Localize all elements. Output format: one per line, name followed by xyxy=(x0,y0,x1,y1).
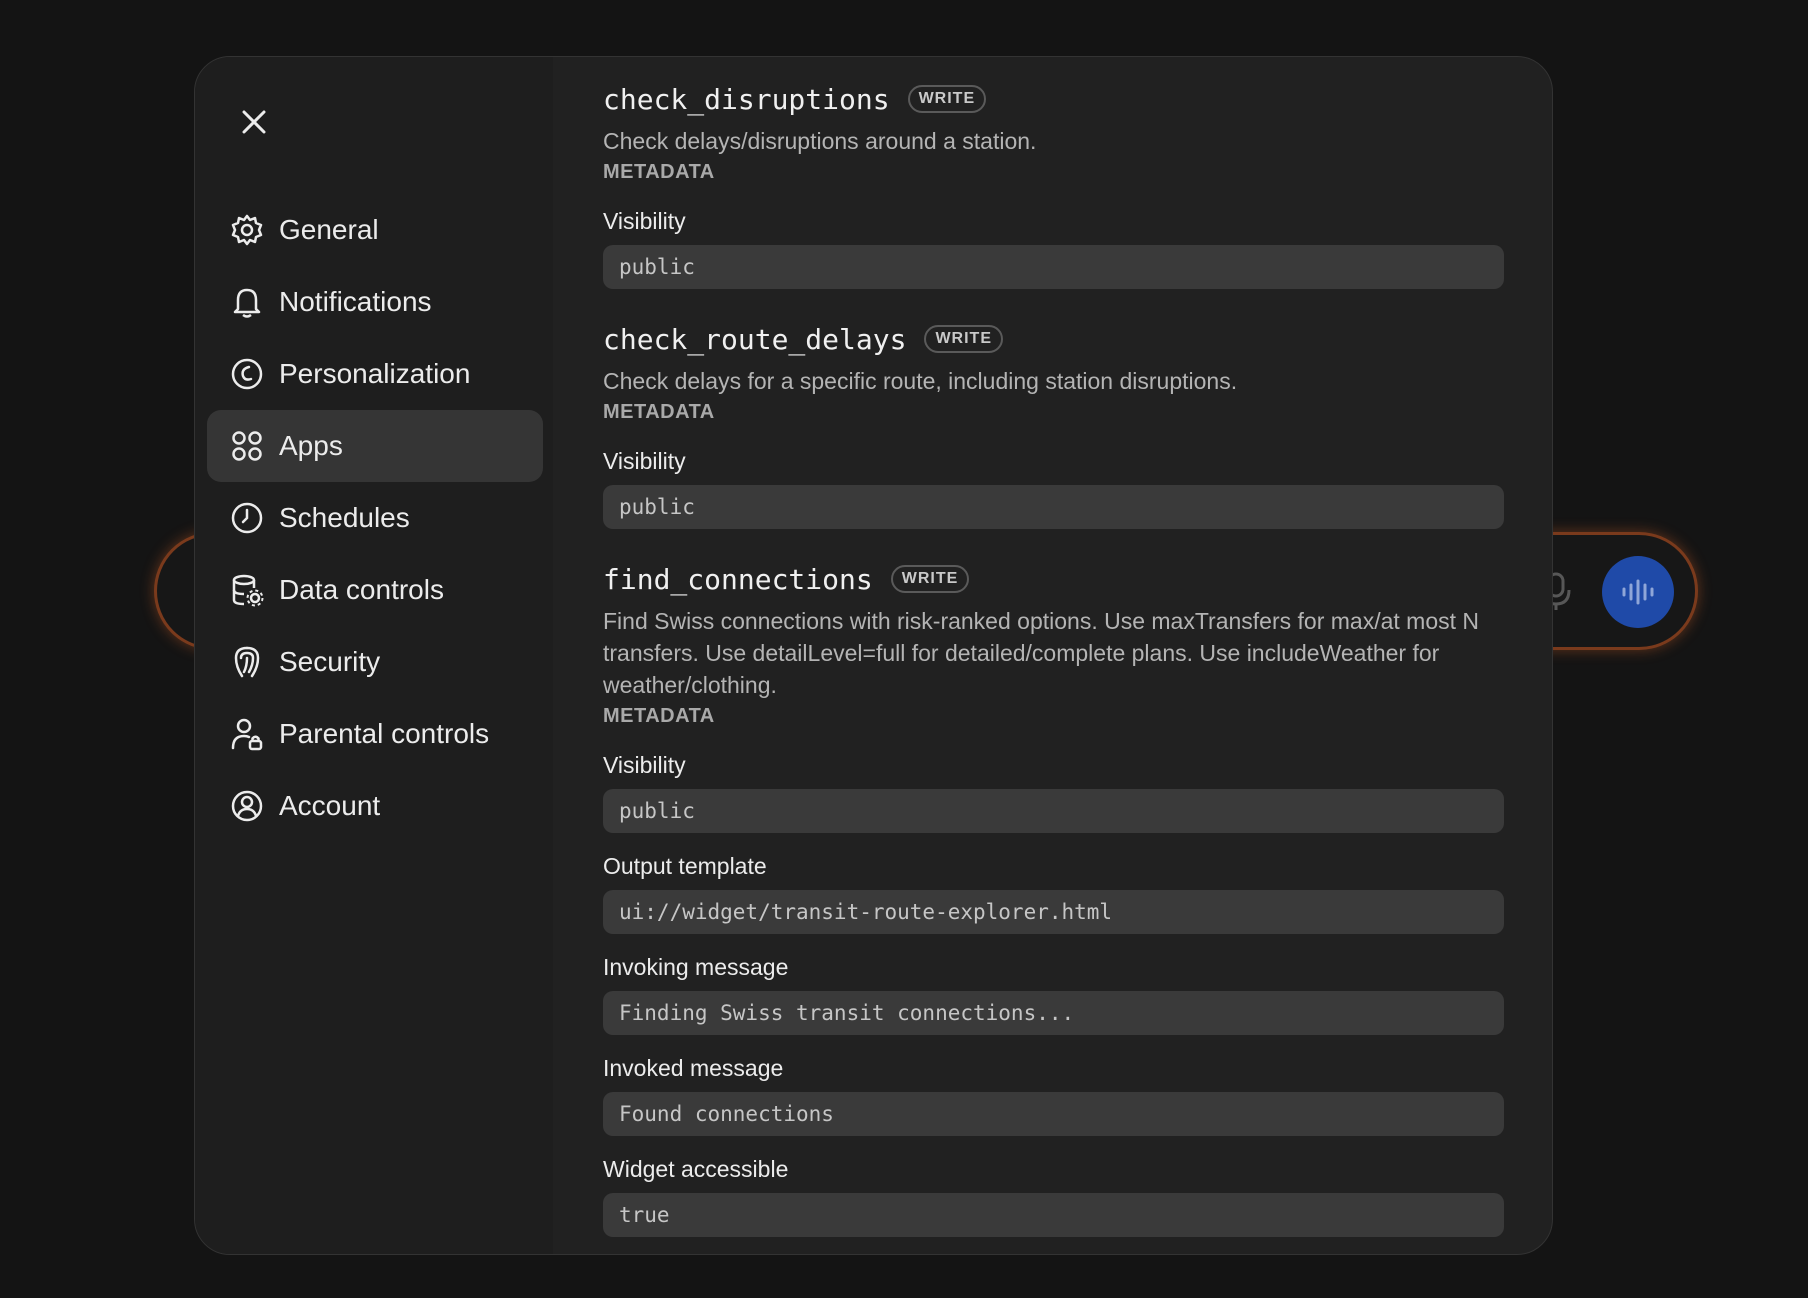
output-template-value: ui://widget/transit-route-explorer.html xyxy=(603,890,1504,934)
tool-description: Check delays/disruptions around a statio… xyxy=(603,128,1037,154)
metadata-label: METADATA xyxy=(603,401,715,423)
field-label: Invoked message xyxy=(603,1055,784,1081)
sidebar-item-general[interactable]: General xyxy=(207,194,543,266)
sidebar-item-label: Account xyxy=(279,790,381,821)
sidebar-item-label: Personalization xyxy=(279,358,471,389)
field-label: Widget accessible xyxy=(603,1156,789,1182)
apps-tools-panel: check_disruptions WRITE Check delays/dis… xyxy=(553,57,1552,1254)
tool-description: Check delays for a specific route, inclu… xyxy=(603,368,1238,394)
clock-icon xyxy=(229,500,265,536)
sidebar-item-data-controls[interactable]: Data controls xyxy=(207,554,543,626)
metadata-label: METADATA xyxy=(603,161,715,183)
close-icon xyxy=(242,110,266,134)
sidebar-item-label: Schedules xyxy=(279,502,410,533)
sidebar-item-label: Parental controls xyxy=(279,718,490,749)
tool-description: Find Swiss connections with risk-ranked … xyxy=(603,608,1479,698)
sidebar-item-label: Data controls xyxy=(279,574,444,605)
tool-check-route-delays: check_route_delays WRITE Check delays fo… xyxy=(603,319,1504,529)
settings-modal: General Notifications Personalization Ap… xyxy=(194,56,1553,1255)
shield-icon xyxy=(229,644,265,680)
visibility-value: public xyxy=(603,245,1504,289)
tool-name: check_route_delays xyxy=(603,322,907,356)
field-label: Visibility xyxy=(603,752,686,778)
write-badge: WRITE xyxy=(890,565,970,593)
database-gear-icon xyxy=(229,572,265,608)
sidebar-item-label: Security xyxy=(279,646,381,677)
sidebar-item-personalization[interactable]: Personalization xyxy=(207,338,543,410)
sidebar-item-account[interactable]: Account xyxy=(207,770,543,842)
sidebar-item-schedules[interactable]: Schedules xyxy=(207,482,543,554)
tool-name: check_disruptions xyxy=(603,82,890,116)
settings-nav: General Notifications Personalization Ap… xyxy=(207,194,543,842)
waveform-icon xyxy=(1622,579,1654,605)
close-button[interactable] xyxy=(233,101,275,143)
sidebar-item-label: Notifications xyxy=(279,286,432,317)
visibility-value: public xyxy=(603,485,1504,529)
invoked-message-value: Found connections xyxy=(603,1092,1504,1136)
sidebar-item-label: Apps xyxy=(279,430,343,461)
tool-check-disruptions: check_disruptions WRITE Check delays/dis… xyxy=(603,79,1504,289)
settings-sidebar: General Notifications Personalization Ap… xyxy=(195,57,553,1254)
field-label: Visibility xyxy=(603,448,686,474)
gear-icon xyxy=(229,212,265,248)
field-label: Invoking message xyxy=(603,954,789,980)
tool-find-connections: find_connections WRITE Find Swiss connec… xyxy=(603,559,1504,1237)
sidebar-item-parental-controls[interactable]: Parental controls xyxy=(207,698,543,770)
bell-icon xyxy=(229,284,265,320)
apps-grid-icon xyxy=(229,428,265,464)
sidebar-item-security[interactable]: Security xyxy=(207,626,543,698)
sidebar-item-apps[interactable]: Apps xyxy=(207,410,543,482)
user-circle-icon xyxy=(229,788,265,824)
sidebar-item-notifications[interactable]: Notifications xyxy=(207,266,543,338)
field-label: Visibility xyxy=(603,208,686,234)
invoking-message-value: Finding Swiss transit connections... xyxy=(603,991,1504,1035)
write-badge: WRITE xyxy=(907,85,987,113)
visibility-value: public xyxy=(603,789,1504,833)
write-badge: WRITE xyxy=(924,325,1003,353)
sidebar-item-label: General xyxy=(279,214,379,245)
tool-name: find_connections xyxy=(603,562,873,596)
field-label: Output template xyxy=(603,853,767,879)
user-lock-icon xyxy=(229,716,265,752)
metadata-label: METADATA xyxy=(603,705,715,727)
personalization-icon xyxy=(229,356,265,392)
voice-mode-button[interactable] xyxy=(1602,556,1674,628)
widget-accessible-value: true xyxy=(603,1193,1504,1237)
